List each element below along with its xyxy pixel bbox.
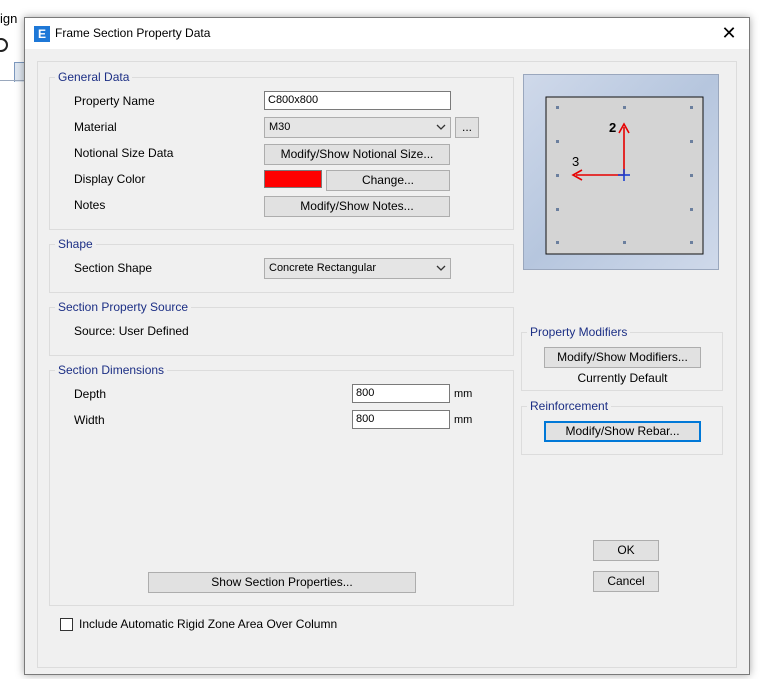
material-select[interactable]: M30 bbox=[264, 117, 451, 138]
rebar-dot bbox=[556, 174, 559, 177]
section-preview-drawing: 2 3 bbox=[545, 96, 704, 255]
chevron-down-icon bbox=[436, 124, 446, 130]
shape-legend: Shape bbox=[58, 237, 93, 251]
axis-2-label: 2 bbox=[609, 120, 616, 135]
zoom-icon bbox=[0, 38, 8, 52]
chevron-down-icon bbox=[436, 265, 446, 271]
rebar-dot bbox=[690, 208, 693, 211]
cancel-button[interactable]: Cancel bbox=[593, 571, 659, 592]
depth-input[interactable]: 800 bbox=[352, 384, 450, 403]
modify-rebar-button[interactable]: Modify/Show Rebar... bbox=[544, 421, 701, 442]
rebar-dot bbox=[690, 174, 693, 177]
rebar-dot bbox=[556, 106, 559, 109]
depth-unit: mm bbox=[454, 388, 473, 400]
general-data-legend: General Data bbox=[58, 70, 130, 84]
section-shape-select[interactable]: Concrete Rectangular bbox=[264, 258, 451, 279]
display-color-label: Display Color bbox=[74, 172, 146, 186]
rigid-zone-label[interactable]: Include Automatic Rigid Zone Area Over C… bbox=[79, 617, 337, 631]
etabs-app-icon: E bbox=[34, 26, 50, 42]
material-select-value: M30 bbox=[269, 121, 291, 133]
material-label: Material bbox=[74, 120, 117, 134]
width-input[interactable]: 800 bbox=[352, 410, 450, 429]
modify-notes-button[interactable]: Modify/Show Notes... bbox=[264, 196, 450, 217]
rebar-dot bbox=[556, 241, 559, 244]
property-modifiers-legend: Property Modifiers bbox=[530, 325, 628, 339]
section-shape-label: Section Shape bbox=[74, 261, 153, 275]
rebar-dot bbox=[623, 106, 626, 109]
notional-size-label: Notional Size Data bbox=[74, 146, 174, 160]
close-icon[interactable]: ✕ bbox=[715, 21, 743, 45]
ok-button[interactable]: OK bbox=[593, 540, 659, 561]
section-dimensions-legend: Section Dimensions bbox=[58, 363, 165, 377]
width-unit: mm bbox=[454, 414, 473, 426]
background-menu-item: ign bbox=[0, 11, 18, 26]
property-name-input[interactable]: C800x800 bbox=[264, 91, 451, 110]
section-property-source-legend: Section Property Source bbox=[58, 300, 189, 314]
modify-modifiers-button[interactable]: Modify/Show Modifiers... bbox=[544, 347, 701, 368]
reinforcement-legend: Reinforcement bbox=[530, 399, 609, 413]
dialog-title: Frame Section Property Data bbox=[55, 26, 211, 40]
rebar-dot bbox=[690, 106, 693, 109]
rigid-zone-checkbox[interactable] bbox=[60, 618, 73, 631]
rebar-dot bbox=[556, 140, 559, 143]
dialog-titlebar[interactable]: E Frame Section Property Data ✕ bbox=[25, 18, 749, 49]
modifiers-status: Currently Default bbox=[577, 371, 668, 385]
material-more-button[interactable]: ... bbox=[455, 117, 479, 138]
display-color-swatch[interactable] bbox=[264, 170, 322, 188]
rebar-dot bbox=[690, 140, 693, 143]
property-name-label: Property Name bbox=[74, 94, 155, 108]
axis-3-label: 3 bbox=[572, 154, 579, 169]
show-section-properties-button[interactable]: Show Section Properties... bbox=[148, 572, 416, 593]
width-label: Width bbox=[74, 413, 105, 427]
section-shape-value: Concrete Rectangular bbox=[269, 262, 377, 274]
source-text: Source: User Defined bbox=[74, 324, 189, 338]
rebar-dot bbox=[623, 241, 626, 244]
background-divider bbox=[0, 80, 24, 81]
notes-label: Notes bbox=[74, 198, 106, 212]
rebar-dot bbox=[556, 208, 559, 211]
rebar-dot bbox=[690, 241, 693, 244]
change-color-button[interactable]: Change... bbox=[326, 170, 450, 191]
modify-notional-size-button[interactable]: Modify/Show Notional Size... bbox=[264, 144, 450, 165]
section-preview: 2 3 bbox=[523, 74, 719, 270]
depth-label: Depth bbox=[74, 387, 107, 401]
frame-section-property-dialog: E Frame Section Property Data ✕ General … bbox=[24, 17, 750, 675]
